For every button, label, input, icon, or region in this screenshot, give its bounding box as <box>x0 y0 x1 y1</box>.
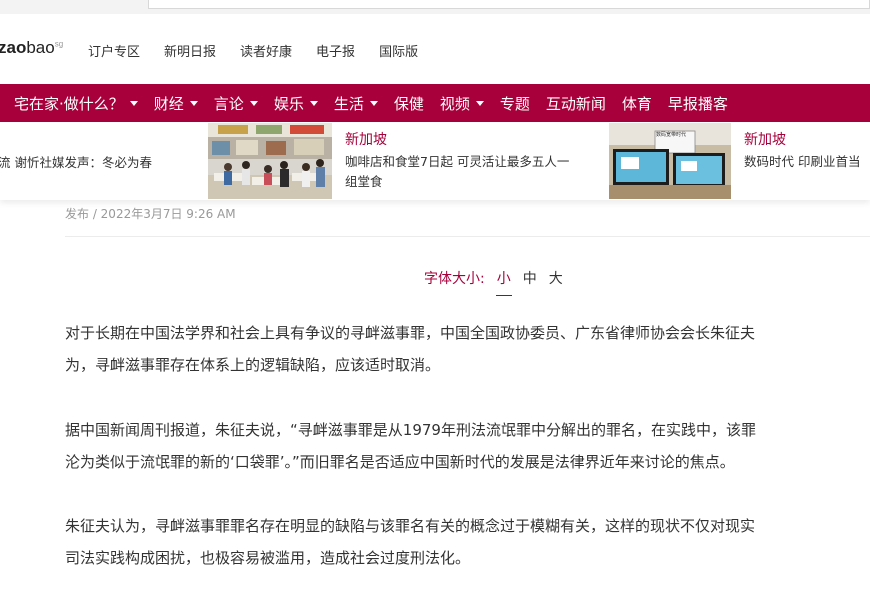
logo-light: bao <box>26 38 55 57</box>
divider <box>65 236 870 237</box>
main-nav: 宅在家·做什么？ 财经 言论 娱乐 生活 保健 视频 专题 互动新闻 体育 早报… <box>0 84 870 122</box>
nav-label: 专题 <box>499 94 530 113</box>
top-strip <box>0 0 870 14</box>
nav-item-sports[interactable]: 体育 <box>614 93 660 114</box>
chevron-down-icon <box>369 100 378 106</box>
paragraph-line: 对于长期在中国法学界和社会上具有争议的寻衅滋事罪，中国全国政协委员、广东省律师协… <box>65 324 756 342</box>
font-size-small[interactable]: 小 <box>495 268 512 296</box>
link-international[interactable]: 国际版 <box>379 41 418 60</box>
font-size-control: 字体大小: 小 中 大 <box>424 268 563 296</box>
nav-item-entertainment[interactable]: 娱乐 <box>266 93 326 114</box>
paragraph-line: 司法实践构成困扰，也极容易被滥用，造成社会过度刑法化。 <box>65 549 471 567</box>
thumb-caption: 数码宽带时代 <box>656 132 687 138</box>
top-links: 订户专区 新明日报 读者好康 电子报 国际版 <box>88 41 418 60</box>
paragraph-line: 为，寻衅滋事罪存在体系上的逻辑缺陷，应该适时取消。 <box>65 356 441 374</box>
paragraph-line: 据中国新闻周刊报道，朱征夫说，“寻衅滋事罪是从1979年刑法流氓罪中分解出的罪名… <box>65 421 756 439</box>
logo-sup: sg <box>54 39 64 49</box>
article-paragraph-1: 对于长期在中国法学界和社会上具有争议的寻衅滋事罪，中国全国政协委员、广东省律师协… <box>65 317 870 381</box>
article-paragraph-3: 朱征夫认为，寻衅滋事罪罪名存在明显的缺陷与该罪名有关的概念过于模糊有关，这样的现… <box>65 510 870 574</box>
ticker-title-1-line2[interactable]: 组堂食 <box>345 172 383 192</box>
nav-label: 宅在家·做什么？ <box>14 94 124 113</box>
news-ticker: 流 谢忻社媒发声：冬必为春 新加坡 咖啡店和食堂7日起 可灵活让最多五人一 组堂… <box>0 122 870 200</box>
ticker-category-1[interactable]: 新加坡 <box>345 129 387 149</box>
paragraph-line: 朱征夫认为，寻衅滋事罪罪名存在明显的缺陷与该罪名有关的概念过于模糊有关，这样的现… <box>65 517 756 535</box>
search-box[interactable] <box>148 0 870 9</box>
publish-meta: 发布 / 2022年3月7日 9:26 AM <box>65 207 236 221</box>
link-epaper[interactable]: 电子报 <box>316 41 355 60</box>
ticker-title-2-line1[interactable]: 数码时代 印刷业首当 <box>744 152 860 172</box>
nav-item-finance[interactable]: 财经 <box>146 93 206 114</box>
chevron-down-icon <box>309 100 318 106</box>
nav-label: 财经 <box>153 94 184 113</box>
nav-item-video[interactable]: 视频 <box>432 93 492 114</box>
nav-item-special[interactable]: 专题 <box>492 93 538 114</box>
logo-bold: zao <box>0 38 27 57</box>
font-size-medium[interactable]: 中 <box>523 268 537 288</box>
nav-label: 体育 <box>621 94 652 113</box>
font-size-large[interactable]: 大 <box>549 268 563 288</box>
site-logo[interactable]: zaobaosg <box>0 38 63 58</box>
chevron-down-icon <box>249 100 258 106</box>
chevron-down-icon <box>129 100 138 106</box>
nav-label: 娱乐 <box>273 94 304 113</box>
ticker-title-1-line1[interactable]: 咖啡店和食堂7日起 可灵活让最多五人一 <box>345 152 569 172</box>
paragraph-line: 沦为类似于流氓罪的新的‘口袋罪’。”而旧罪名是否适应中国新时代的发展是法律界近年… <box>65 453 735 471</box>
digital-print-thumbnail[interactable]: 数码宽带时代 <box>609 123 731 199</box>
nav-label: 互动新闻 <box>545 94 606 113</box>
nav-item-lifestyle[interactable]: 生活 <box>326 93 386 114</box>
ticker-category-2[interactable]: 新加坡 <box>744 129 786 149</box>
chevron-down-icon <box>475 100 484 106</box>
nav-label: 早报播客 <box>667 94 728 113</box>
link-reader-deals[interactable]: 读者好康 <box>240 41 292 60</box>
font-size-label: 字体大小: <box>424 271 485 287</box>
nav-label: 言论 <box>213 94 244 113</box>
link-subscriber-zone[interactable]: 订户专区 <box>88 41 140 60</box>
nav-label: 视频 <box>439 94 470 113</box>
nav-label: 保健 <box>393 94 424 113</box>
nav-label: 生活 <box>333 94 364 113</box>
nav-item-health[interactable]: 保健 <box>386 93 432 114</box>
nav-item-podcast[interactable]: 早报播客 <box>660 93 736 114</box>
chevron-down-icon <box>189 100 198 106</box>
foodcourt-image <box>208 123 332 199</box>
nav-item-stay-home[interactable]: 宅在家·做什么？ <box>0 93 146 114</box>
nav-item-interactive[interactable]: 互动新闻 <box>538 93 614 114</box>
article-paragraph-2: 据中国新闻周刊报道，朱征夫说，“寻衅滋事罪是从1979年刑法流氓罪中分解出的罪名… <box>65 414 870 478</box>
nav-item-opinion[interactable]: 言论 <box>206 93 266 114</box>
foodcourt-thumbnail[interactable] <box>208 123 332 199</box>
link-xinming-daily[interactable]: 新明日报 <box>164 41 216 60</box>
ticker-headline[interactable]: 流 谢忻社媒发声：冬必为春 <box>0 152 152 171</box>
